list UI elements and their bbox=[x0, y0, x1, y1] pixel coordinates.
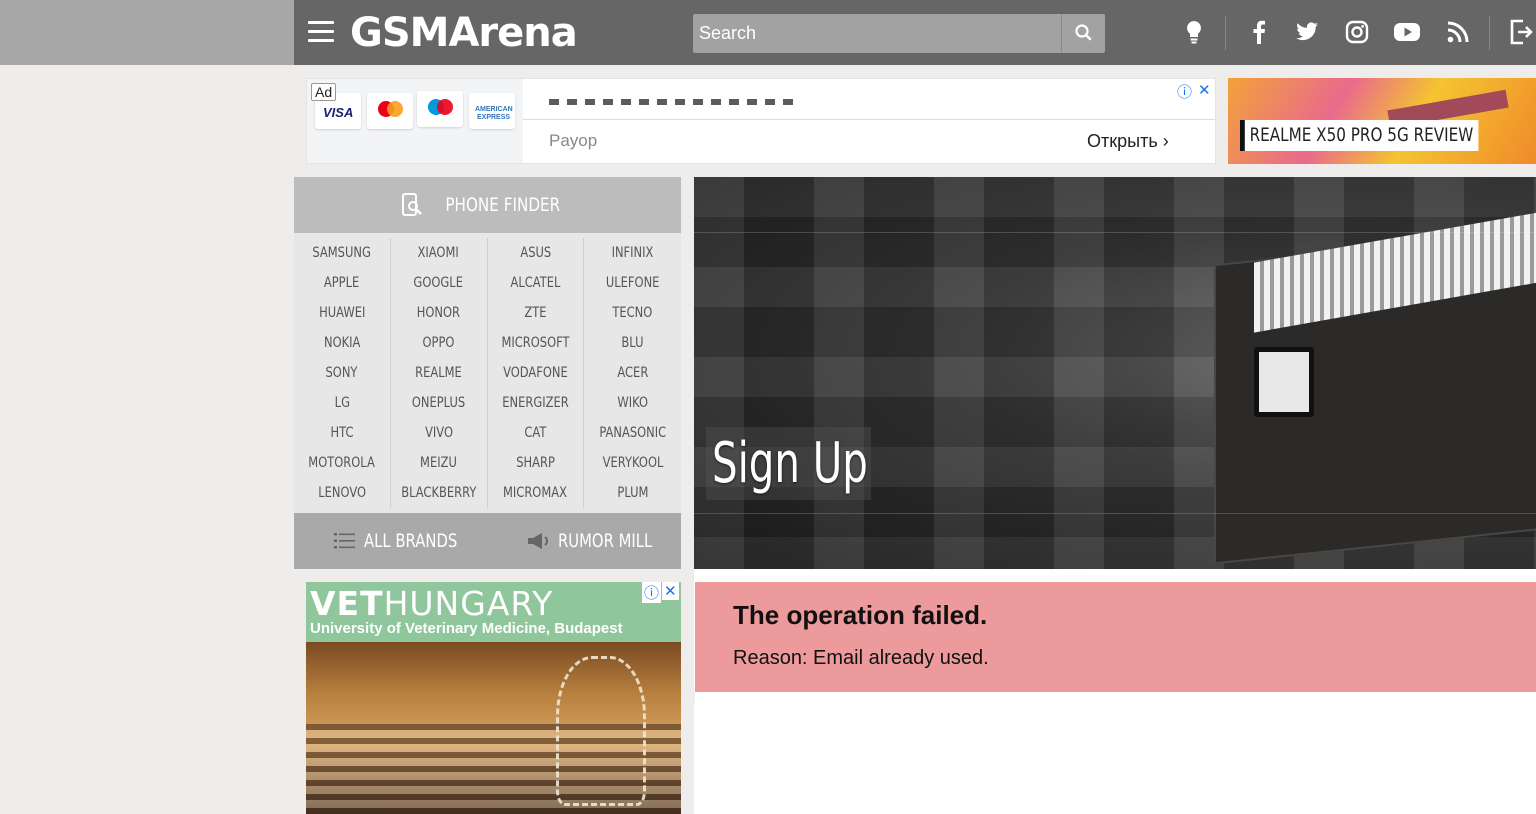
brand-link[interactable]: ULEFONE bbox=[584, 268, 681, 298]
vet-ad-subtitle: University of Veterinary Medicine, Budap… bbox=[310, 620, 623, 637]
brand-link[interactable]: XIAOMI bbox=[391, 238, 488, 268]
brand-link[interactable]: NOKIA bbox=[294, 328, 391, 358]
brand-link[interactable]: HTC bbox=[294, 418, 391, 448]
brand-link[interactable]: VERYKOOL bbox=[584, 448, 681, 478]
brand-link[interactable]: LG bbox=[294, 388, 391, 418]
header-divider bbox=[1489, 16, 1490, 50]
amex-card-icon: AMERICAN EXPRESS bbox=[469, 93, 515, 129]
brand-link[interactable]: WIKO bbox=[584, 388, 681, 418]
phone-finder-title: PHONE FINDER bbox=[445, 194, 560, 216]
left-gutter bbox=[0, 0, 294, 65]
vet-ad-header: VETHUNGARY University of Veterinary Medi… bbox=[306, 582, 681, 642]
brand-link[interactable]: GOOGLE bbox=[391, 268, 488, 298]
page-title: Sign Up bbox=[712, 431, 868, 496]
top-advertisement[interactable]: VISA AMERICAN EXPRESS Ad Payop Открыть › … bbox=[306, 78, 1216, 164]
brand-link[interactable]: MEIZU bbox=[391, 448, 488, 478]
brand-link[interactable]: HUAWEI bbox=[294, 298, 391, 328]
brand-link[interactable]: ENERGIZER bbox=[488, 388, 585, 418]
ad-payment-cards-image: VISA AMERICAN EXPRESS bbox=[307, 79, 523, 163]
brand-link[interactable]: VIVO bbox=[391, 418, 488, 448]
svg-text:EXPRESS: EXPRESS bbox=[477, 114, 510, 121]
search-icon bbox=[1075, 24, 1092, 41]
brand-link[interactable]: PLUM bbox=[584, 478, 681, 508]
brand-link[interactable]: ONEPLUS bbox=[391, 388, 488, 418]
brand-link[interactable]: BLACKBERRY bbox=[391, 478, 488, 508]
ad-close-icon[interactable]: ✕ bbox=[662, 582, 679, 600]
brand-link[interactable]: MICROMAX bbox=[488, 478, 585, 508]
mastercard-icon bbox=[367, 93, 413, 129]
skeleton-image bbox=[556, 656, 646, 806]
brand-link[interactable]: APPLE bbox=[294, 268, 391, 298]
site-logo[interactable]: GSMArena bbox=[350, 8, 578, 58]
instagram-icon[interactable] bbox=[1342, 17, 1372, 47]
phone-search-icon bbox=[401, 193, 422, 216]
brand-link[interactable]: ZTE bbox=[488, 298, 585, 328]
brand-link[interactable]: ASUS bbox=[488, 238, 585, 268]
svg-text:AMERICAN: AMERICAN bbox=[475, 106, 513, 113]
search-input[interactable] bbox=[693, 14, 1061, 53]
rumor-mill-button[interactable]: RUMOR MILL bbox=[526, 513, 679, 569]
ad-close-icon[interactable]: ✕ bbox=[1198, 81, 1211, 99]
brand-list: SAMSUNG XIAOMI ASUS INFINIX APPLE GOOGLE… bbox=[294, 238, 681, 508]
all-brands-label: ALL BRANDS bbox=[364, 530, 458, 552]
lightbulb-icon[interactable] bbox=[1179, 17, 1209, 47]
ad-advertiser: Payop bbox=[549, 131, 598, 150]
brand-link[interactable]: HONOR bbox=[391, 298, 488, 328]
all-brands-button[interactable]: ALL BRANDS bbox=[334, 513, 484, 569]
brand-link[interactable]: MICROSOFT bbox=[488, 328, 585, 358]
ad-divider bbox=[523, 119, 1215, 120]
brand-link[interactable]: ACER bbox=[584, 358, 681, 388]
phone-finder-button[interactable]: PHONE FINDER bbox=[294, 177, 681, 233]
svg-text:VISA: VISA bbox=[323, 105, 353, 120]
menu-icon[interactable] bbox=[308, 21, 334, 43]
twitter-icon[interactable] bbox=[1292, 17, 1322, 47]
search-box bbox=[693, 14, 1105, 53]
list-icon bbox=[334, 533, 355, 549]
ad-info-icon[interactable]: ⓘ bbox=[642, 582, 662, 603]
brand-link[interactable]: VODAFONE bbox=[488, 358, 585, 388]
ad-info-icon[interactable]: ⓘ bbox=[1177, 81, 1192, 102]
brand-link[interactable]: SAMSUNG bbox=[294, 238, 391, 268]
hero-banner: Sign Up bbox=[694, 177, 1536, 569]
megaphone-icon bbox=[528, 533, 548, 549]
search-button[interactable] bbox=[1061, 14, 1105, 53]
rss-icon[interactable] bbox=[1443, 17, 1473, 47]
brand-link[interactable]: PANASONIC bbox=[584, 418, 681, 448]
header-divider bbox=[1225, 16, 1226, 50]
ad-headline-cropped bbox=[549, 93, 799, 105]
facebook-icon[interactable] bbox=[1244, 17, 1274, 47]
vet-ad-title: VETHUNGARY bbox=[310, 584, 554, 623]
brand-link[interactable]: OPPO bbox=[391, 328, 488, 358]
brand-link[interactable]: SONY bbox=[294, 358, 391, 388]
ad-open-button[interactable]: Открыть › bbox=[1087, 131, 1169, 152]
phone-finder-footer: ALL BRANDS RUMOR MILL bbox=[294, 513, 681, 569]
ad-badge: Ad bbox=[311, 83, 337, 101]
lecture-hall-photo bbox=[306, 642, 681, 814]
youtube-icon[interactable] bbox=[1392, 17, 1422, 47]
maestro-card-icon bbox=[417, 91, 463, 127]
brand-link[interactable]: ALCATEL bbox=[488, 268, 585, 298]
brand-link[interactable]: CAT bbox=[488, 418, 585, 448]
side-advertisement[interactable]: VETHUNGARY University of Veterinary Medi… bbox=[306, 582, 681, 814]
error-message: The operation failed. Reason: Email alre… bbox=[695, 582, 1536, 692]
phone-finder: PHONE FINDER SAMSUNG XIAOMI ASUS INFINIX… bbox=[294, 177, 681, 569]
brand-link[interactable]: BLU bbox=[584, 328, 681, 358]
brand-link[interactable]: TECNO bbox=[584, 298, 681, 328]
review-banner[interactable]: REALME X50 PRO 5G REVIEW bbox=[1228, 78, 1536, 164]
brand-link[interactable]: SHARP bbox=[488, 448, 585, 478]
site-header: GSMArena bbox=[294, 0, 1536, 65]
brand-link[interactable]: LENOVO bbox=[294, 478, 391, 508]
brand-link[interactable]: INFINIX bbox=[584, 238, 681, 268]
brand-link[interactable]: REALME bbox=[391, 358, 488, 388]
error-title: The operation failed. bbox=[733, 600, 988, 630]
review-banner-label: REALME X50 PRO 5G REVIEW bbox=[1240, 120, 1479, 151]
rumor-mill-label: RUMOR MILL bbox=[558, 530, 653, 552]
brand-link[interactable]: MOTOROLA bbox=[294, 448, 391, 478]
login-icon[interactable] bbox=[1506, 17, 1536, 47]
error-reason: Reason: Email already used. bbox=[733, 647, 989, 669]
